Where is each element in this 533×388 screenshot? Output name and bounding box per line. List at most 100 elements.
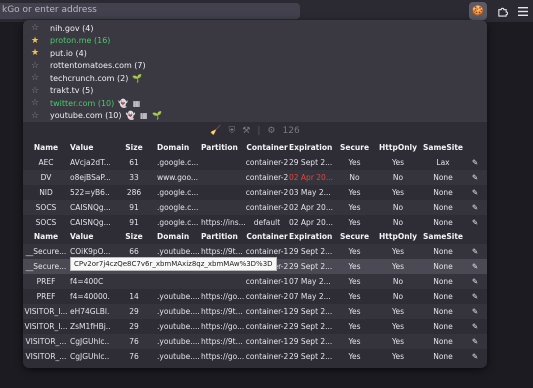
site-item[interactable]: ★ proton.me (16) xyxy=(23,35,487,47)
site-item[interactable]: ☆ rottentomatoes.com (7) xyxy=(23,60,487,72)
table-row[interactable]: VISITOR_... CgJGUhlc... 76 .youtube.... http… xyxy=(23,349,487,364)
site-item[interactable]: ☆ youtube.com (10) 👻 ▦ 🌱 xyxy=(23,110,487,122)
table-row[interactable]: VISITOR_I... ZsM1fHBj... 29 .youtube.... htt… xyxy=(23,319,487,334)
edit-icon[interactable]: ✎ xyxy=(469,349,481,364)
header-value[interactable]: Value xyxy=(70,229,110,244)
cookie-expiration: 02 Apr 20... xyxy=(289,218,333,227)
table-row[interactable]: PREF f4=400C container-1 07 May 2... Yes No No… xyxy=(23,274,487,289)
cookie-value: CAISNQg... xyxy=(70,218,110,227)
header-partition[interactable]: Partition xyxy=(201,229,245,244)
cookie-httponly: No xyxy=(392,173,404,182)
star-icon[interactable]: ☆ xyxy=(29,73,41,83)
edit-icon[interactable]: ✎ xyxy=(469,304,481,319)
edit-icon[interactable]: ✎ xyxy=(469,289,481,304)
cookie-size: 61 xyxy=(129,158,139,167)
cookie-value: CgJGUhlc... xyxy=(70,352,110,361)
edit-icon[interactable]: ✎ xyxy=(469,170,481,185)
cookie-httponly: Yes xyxy=(391,322,405,331)
cookie-expiration: 07 May 2... xyxy=(289,292,331,301)
tools-icon[interactable]: ⚒ xyxy=(242,126,250,136)
star-icon[interactable]: ★ xyxy=(29,48,41,58)
cookie-container: container-1 xyxy=(245,307,289,316)
cookie-domain: www.goo... xyxy=(157,173,199,182)
header-name[interactable]: Name xyxy=(23,140,69,155)
header-samesite[interactable]: SameSite xyxy=(423,140,463,155)
cookie-name: SOCS xyxy=(35,203,57,212)
cookie-secure: No xyxy=(349,173,360,182)
cookie-name: DV xyxy=(40,173,52,182)
cookie-container: container-2 xyxy=(245,292,289,301)
header-domain[interactable]: Domain xyxy=(157,140,201,155)
header-domain[interactable]: Domain xyxy=(157,229,201,244)
cookie-size xyxy=(123,274,145,289)
star-icon[interactable]: ☆ xyxy=(29,111,41,121)
header-expiration[interactable]: Expiration xyxy=(289,229,333,244)
header-partition[interactable]: Partition xyxy=(201,140,245,155)
header-size[interactable]: Size xyxy=(123,229,145,244)
cookie-domain: .google.c... xyxy=(157,158,199,167)
cookie-name: PREF xyxy=(36,292,56,301)
cookie-expiration: 02 Apr 20... xyxy=(289,203,333,212)
cookie-samesite: None xyxy=(433,322,453,331)
edit-icon[interactable]: ✎ xyxy=(469,334,481,349)
cookie-partition: https://ins... xyxy=(201,218,245,227)
header-secure[interactable]: Secure xyxy=(338,140,371,155)
table-row[interactable]: NID 522=yB6... 286 .google.c... container-2 0… xyxy=(23,185,487,200)
url-bar[interactable]: kGo or enter address xyxy=(0,3,300,19)
broom-icon[interactable]: 🧹 xyxy=(210,126,221,136)
cookie-extension-button[interactable]: 🍪 xyxy=(469,2,487,20)
edit-icon[interactable]: ✎ xyxy=(469,185,481,200)
site-item[interactable]: ☆ twitter.com (10) 👻 ▦ xyxy=(23,97,487,109)
edit-icon[interactable]: ✎ xyxy=(469,274,481,289)
header-secure[interactable]: Secure xyxy=(338,229,371,244)
site-item[interactable]: ☆ nih.gov (4) xyxy=(23,22,487,34)
star-icon[interactable]: ☆ xyxy=(29,98,41,108)
cookie-domain: .google.c... xyxy=(157,203,199,212)
table-row[interactable]: VISITOR_... CgJGUhlc... 76 .youtube.... http… xyxy=(23,334,487,349)
edit-icon[interactable]: ✎ xyxy=(469,244,481,259)
star-icon[interactable]: ☆ xyxy=(29,86,41,96)
header-name[interactable]: Name xyxy=(23,229,69,244)
cookie-size: 14 xyxy=(129,292,139,301)
edit-icon[interactable]: ✎ xyxy=(469,319,481,334)
site-item[interactable]: ☆ trakt.tv (5) xyxy=(23,85,487,97)
cookie-name: VISITOR_... xyxy=(25,352,67,361)
extensions-button[interactable] xyxy=(493,2,511,20)
browser-toolbar: kGo or enter address 🍪 xyxy=(0,0,533,22)
header-container[interactable]: Container xyxy=(245,140,289,155)
edit-icon[interactable]: ✎ xyxy=(469,215,481,230)
header-value[interactable]: Value xyxy=(70,140,110,155)
cookie-container: container-2 xyxy=(245,203,289,212)
edit-icon[interactable]: ✎ xyxy=(469,200,481,215)
edit-icon[interactable]: ✎ xyxy=(469,259,481,274)
shield-icon[interactable]: ⛨ xyxy=(229,126,236,136)
star-icon[interactable]: ★ xyxy=(29,36,41,46)
table-row[interactable]: SOCS CAISNQg... 91 .google.c... container-2 0… xyxy=(23,200,487,215)
action-toolbar: 🧹 ⛨ ⚒ | ⚙ 126 xyxy=(23,122,487,140)
star-icon[interactable]: ☆ xyxy=(29,23,41,33)
table-row[interactable]: PREF f4=40000... 14 .youtube....https://go.… xyxy=(23,289,487,304)
header-httponly[interactable]: HttpOnly xyxy=(378,229,418,244)
header-httponly[interactable]: HttpOnly xyxy=(378,140,418,155)
table-row[interactable]: VISITOR_I... eH74GLBl... 29 .youtube.... htt… xyxy=(23,304,487,319)
site-name: put.io (4) xyxy=(50,48,87,58)
header-samesite[interactable]: SameSite xyxy=(423,229,463,244)
site-item[interactable]: ★ put.io (4) xyxy=(23,47,487,59)
gear-icon[interactable]: ⚙ xyxy=(267,126,275,136)
app-menu-button[interactable] xyxy=(514,2,532,20)
table-row[interactable]: AEC AVcja2dT... 61 .google.c... container-2 2… xyxy=(23,155,487,170)
edit-icon[interactable]: ✎ xyxy=(469,155,481,170)
header-container[interactable]: Container xyxy=(245,229,289,244)
cookie-secure: Yes xyxy=(348,337,361,346)
cookie-name: SOCS xyxy=(35,218,57,227)
table-row[interactable]: DV o8ejBSaP... 33 www.goo... container-2 02 A… xyxy=(23,170,487,185)
header-size[interactable]: Size xyxy=(123,140,145,155)
cookie-container: container-2 xyxy=(245,173,289,182)
star-icon[interactable]: ☆ xyxy=(29,61,41,71)
site-item[interactable]: ☆ techcrunch.com (2) 🌱 xyxy=(23,72,487,84)
cookie-size: 286 xyxy=(126,188,142,197)
header-expiration[interactable]: Expiration xyxy=(289,140,333,155)
cookie-name: NID xyxy=(39,188,53,197)
table-row[interactable]: SOCS CAISNQg... 91 .google.c... https://ins.… xyxy=(23,215,487,230)
cookie-value: CgJGUhlc... xyxy=(70,337,110,346)
